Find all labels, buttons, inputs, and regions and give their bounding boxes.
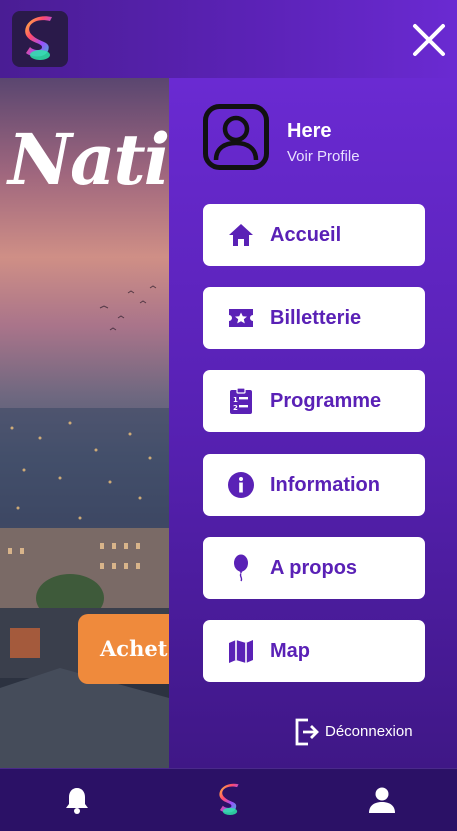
user-icon (369, 787, 395, 813)
home-logo-button[interactable] (206, 769, 254, 831)
menu-item-programme[interactable]: 1 2 Programme (203, 370, 425, 432)
hero-image: Natio Achet (0, 78, 169, 768)
user-avatar-icon (203, 104, 269, 170)
profile-button[interactable] (358, 769, 406, 831)
menu-item-label: A propos (270, 557, 358, 579)
menu-item-information[interactable]: Information (203, 454, 425, 516)
menu-item-label: Billetterie (270, 307, 362, 329)
balloon-icon (234, 554, 248, 582)
menu-item-label: Accueil (270, 224, 342, 246)
info-icon (228, 472, 254, 498)
menu-item-label: Information (270, 474, 380, 496)
top-bar (0, 0, 457, 78)
logout-icon (295, 718, 319, 746)
view-profile-link[interactable]: Voir Profile (287, 148, 360, 165)
menu-item-map[interactable]: Map (203, 620, 425, 682)
map-icon (229, 640, 253, 663)
app-logo-icon (25, 16, 52, 60)
profile-name: Here (287, 120, 332, 142)
home-icon (229, 224, 253, 246)
app-logo-icon (219, 783, 239, 815)
navigation-drawer: Here Voir Profile Accueil Billetterie 1 … (169, 78, 457, 768)
menu-item-accueil[interactable]: Accueil (203, 204, 425, 266)
logout-label: Déconnexion (325, 723, 413, 740)
ticket-icon (229, 309, 253, 327)
close-button[interactable] (409, 20, 449, 60)
app-logo[interactable] (12, 11, 68, 67)
menu-item-a-propos[interactable]: A propos (203, 537, 425, 599)
close-icon (413, 24, 445, 56)
menu-item-label: Programme (270, 390, 382, 412)
clipboard-list-icon: 1 2 (230, 387, 252, 414)
svg-text:2: 2 (233, 404, 238, 412)
hero-title: Natio (8, 118, 169, 201)
menu-item-billetterie[interactable]: Billetterie (203, 287, 425, 349)
bell-icon (66, 788, 88, 814)
svg-text:1: 1 (233, 396, 238, 404)
buy-tickets-button[interactable]: Achet (78, 614, 169, 684)
bottom-navigation (0, 768, 457, 831)
notifications-button[interactable] (54, 769, 100, 831)
menu-item-label: Map (270, 640, 310, 662)
